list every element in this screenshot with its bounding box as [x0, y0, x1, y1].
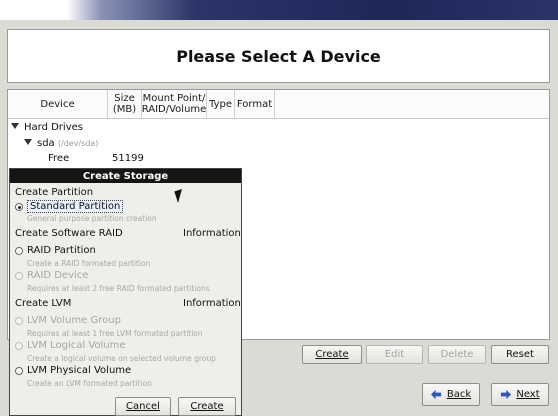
column-mount-point[interactable]: Mount Point/ RAID/Volume: [142, 90, 207, 118]
radio-icon[interactable]: [15, 316, 23, 325]
radio-icon[interactable]: [15, 341, 23, 350]
tree-row-hard-drives[interactable]: Hard Drives: [11, 122, 83, 133]
lvm-information-link[interactable]: Information: [183, 298, 241, 309]
free-label: Free: [48, 153, 70, 164]
radio-icon[interactable]: [15, 246, 23, 255]
radio-icon[interactable]: [15, 366, 23, 375]
radio-raid-partition[interactable]: RAID Partition: [15, 245, 96, 256]
create-storage-dialog: Create Storage Create Partition Standard…: [9, 168, 242, 416]
expander-triangle-icon[interactable]: [11, 123, 19, 129]
title-panel: Please Select A Device: [7, 29, 550, 83]
reset-button[interactable]: Reset: [491, 345, 549, 364]
radio-raid-device[interactable]: RAID Device: [15, 270, 88, 281]
tree-row-sda[interactable]: sda (/dev/sda): [24, 138, 98, 149]
column-device[interactable]: Device: [8, 90, 108, 118]
section-create-partition: Create Partition: [15, 187, 94, 198]
column-size[interactable]: Size (MB): [108, 90, 142, 118]
next-button[interactable]: Next: [491, 383, 549, 406]
top-banner: [0, 0, 558, 20]
page-title: Please Select A Device: [176, 46, 381, 66]
standard-partition-desc: General purpose partition creation: [27, 214, 157, 223]
tree-header: Device Size (MB) Mount Point/ RAID/Volum…: [8, 90, 549, 119]
radio-lvm-physical-volume[interactable]: LVM Physical Volume: [15, 365, 131, 376]
column-format[interactable]: Format: [235, 90, 275, 118]
lvm-physical-desc: Create an LVM formated partition: [27, 379, 152, 388]
radio-icon[interactable]: [15, 271, 23, 280]
next-arrow-icon: [501, 389, 512, 400]
section-create-lvm: Create LVM: [15, 298, 72, 309]
expander-triangle-icon[interactable]: [24, 139, 32, 145]
radio-lvm-logical-volume[interactable]: LVM Logical Volume: [15, 340, 126, 351]
back-button[interactable]: Back: [422, 383, 480, 406]
lvm-group-desc: Requires at least 1 free LVM formated pa…: [27, 329, 203, 338]
radio-standard-partition[interactable]: Standard Partition: [15, 200, 124, 213]
back-arrow-icon: [430, 389, 441, 400]
section-create-raid: Create Software RAID: [15, 228, 123, 239]
create-button[interactable]: Create: [302, 345, 362, 364]
dialog-cancel-button[interactable]: Cancel: [115, 397, 171, 416]
dialog-create-button[interactable]: Create: [178, 397, 236, 416]
tree-row-free[interactable]: Free: [48, 153, 69, 164]
delete-button[interactable]: Delete: [428, 345, 486, 364]
raid-information-link[interactable]: Information: [183, 228, 241, 239]
edit-button[interactable]: Edit: [366, 345, 423, 364]
disk-path: (/dev/sda): [57, 139, 99, 148]
free-size: 51199: [112, 153, 144, 164]
raid-device-desc: Requires at least 2 free RAID formated p…: [27, 284, 210, 293]
lvm-logical-desc: Create a logical volume on selected volu…: [27, 354, 216, 363]
column-type[interactable]: Type: [207, 90, 235, 118]
radio-selected-icon[interactable]: [15, 202, 23, 211]
dialog-title: Create Storage: [10, 169, 241, 183]
raid-partition-desc: Create a RAID formated partition: [27, 259, 151, 268]
radio-lvm-volume-group[interactable]: LVM Volume Group: [15, 315, 121, 326]
